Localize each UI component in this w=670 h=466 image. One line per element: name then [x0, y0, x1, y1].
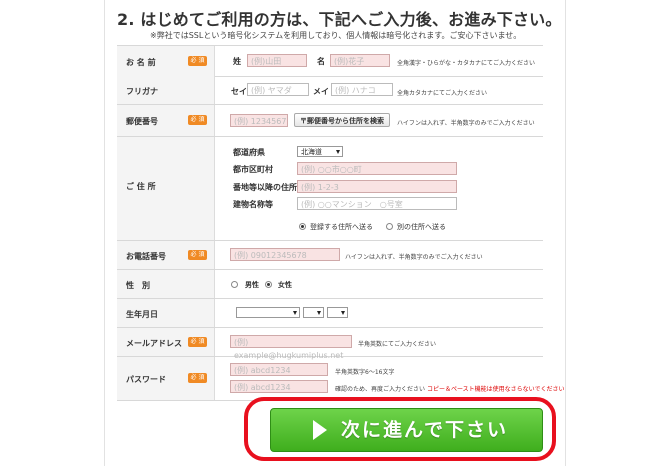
phone-label: お電話番号	[126, 252, 166, 261]
first-name-input[interactable]: (例)花子	[330, 54, 390, 67]
next-step-label: 次に進んで下さい	[341, 419, 509, 441]
right-rule	[565, 0, 566, 466]
send-registered-label: 登録する住所へ送る	[310, 223, 373, 231]
postal-search-button[interactable]: 〒郵便番号から住所を検索	[294, 113, 390, 127]
email-label: メールアドレス	[126, 339, 182, 348]
password-confirm-warning: コピー＆ペースト機能は使用なさらないでください	[426, 386, 565, 393]
password-hint: 半角英数字6～16文字	[335, 369, 395, 376]
required-badge: 必 須	[188, 373, 207, 383]
building-input[interactable]: (例) ○○マンション ○号室	[297, 197, 457, 210]
required-badge: 必 須	[188, 115, 207, 125]
email-hint: 半角英数にてご入力ください	[358, 341, 437, 348]
birth-day-select[interactable]	[327, 307, 348, 318]
birthday-label: 生年月日	[126, 310, 158, 319]
prefecture-value: 北海道	[301, 148, 322, 156]
required-badge: 必 須	[188, 337, 207, 347]
play-arrow-icon	[313, 420, 327, 440]
email-input[interactable]: (例) example@hugkumiplus.net	[230, 335, 352, 360]
postal-code-input[interactable]: (例) 1234567	[230, 114, 288, 127]
name-hint: 全角漢字・ひらがな・カタカナにてご入力ください	[397, 60, 536, 67]
chevron-down-icon	[293, 311, 297, 315]
row-label: お電話番号 必 須	[117, 241, 215, 269]
password-input[interactable]: (例) abcd1234	[230, 363, 328, 376]
next-step-button[interactable]: 次に進んで下さい	[270, 408, 543, 452]
gender-male-radio[interactable]	[231, 281, 238, 288]
phone-hint: ハイフンは入れず、半角数字のみでご入力ください	[345, 254, 483, 261]
gender-male-label: 男性	[245, 281, 259, 289]
ssl-notice: ※弊社ではSSLという暗号化システムを利用しており、個人情報は暗号化されます。ご…	[150, 31, 522, 40]
chevron-down-icon	[341, 311, 345, 315]
send-other-label: 別の住所へ送る	[397, 223, 446, 231]
name-label: お 名 前	[126, 58, 156, 67]
pref-label: 都道府県	[233, 148, 265, 157]
row-gender: 性 別	[117, 270, 543, 299]
furigana-hint: 全角カタカナにてご入力ください	[397, 90, 488, 97]
chevron-down-icon	[317, 311, 321, 315]
street-label: 番地等以降の住所	[233, 183, 297, 192]
gender-female-radio[interactable]	[265, 281, 272, 288]
chevron-down-icon	[336, 150, 340, 154]
first-name-kana-input[interactable]: (例) ハナコ	[331, 83, 393, 96]
send-other-radio[interactable]	[386, 223, 393, 230]
mei-kana-label: メイ	[313, 87, 329, 96]
row-label: 性 別	[117, 270, 215, 298]
furigana-label: フリガナ	[126, 87, 158, 96]
row-password: パスワード 必 須	[117, 357, 543, 401]
building-label: 建物名称等	[233, 200, 273, 209]
send-registered-radio[interactable]	[299, 223, 306, 230]
city-input[interactable]: (例) ○○市○○町	[297, 162, 457, 175]
row-label: お 名 前 必 須	[117, 46, 215, 76]
address-label: ご 住 所	[126, 182, 156, 191]
row-label: パスワード 必 須	[117, 357, 215, 400]
mei-label: 名	[317, 57, 325, 66]
required-badge: 必 須	[188, 56, 207, 66]
city-label: 都市区町村	[233, 165, 273, 174]
page-title: 2. はじめてご利用の方は、下記へご入力後、お進み下さい。	[117, 10, 562, 29]
row-label: 生年月日	[117, 299, 215, 327]
sei-label: 姓	[233, 57, 241, 66]
last-name-input[interactable]: (例)山田	[247, 54, 307, 67]
street-input[interactable]: (例) 1-2-3	[297, 180, 457, 193]
password-confirm-hint: 確認のため、再度ご入力ください コピー＆ペースト機能は使用なさらないでください	[335, 384, 564, 393]
last-name-kana-input[interactable]: (例) ヤマダ	[247, 83, 309, 96]
phone-input[interactable]: (例) 09012345678	[230, 248, 340, 261]
prefecture-select[interactable]: 北海道	[297, 146, 343, 157]
gender-female-label: 女性	[278, 281, 292, 289]
sei-kana-label: セイ	[231, 87, 247, 96]
password-confirm-hint-text: 確認のため、再度ご入力ください	[335, 386, 426, 393]
required-badge: 必 須	[188, 250, 207, 260]
postal-hint: ハイフンは入れず、半角数字のみでご入力ください	[397, 120, 535, 127]
left-rule	[104, 0, 105, 466]
birth-year-select[interactable]	[236, 307, 300, 318]
registration-page: 2. はじめてご利用の方は、下記へご入力後、お進み下さい。 ※弊社ではSSLとい…	[0, 0, 670, 466]
birth-month-select[interactable]	[303, 307, 324, 318]
row-label: メールアドレス 必 須	[117, 328, 215, 356]
password-label: パスワード	[126, 375, 166, 384]
row-label: フリガナ	[117, 76, 215, 104]
gender-label: 性 別	[126, 281, 150, 290]
row-label: 郵便番号 必 須	[117, 105, 215, 136]
row-label: ご 住 所	[117, 137, 215, 240]
password-confirm-input[interactable]: (例) abcd1234	[230, 380, 328, 393]
postal-label: 郵便番号	[126, 117, 158, 126]
